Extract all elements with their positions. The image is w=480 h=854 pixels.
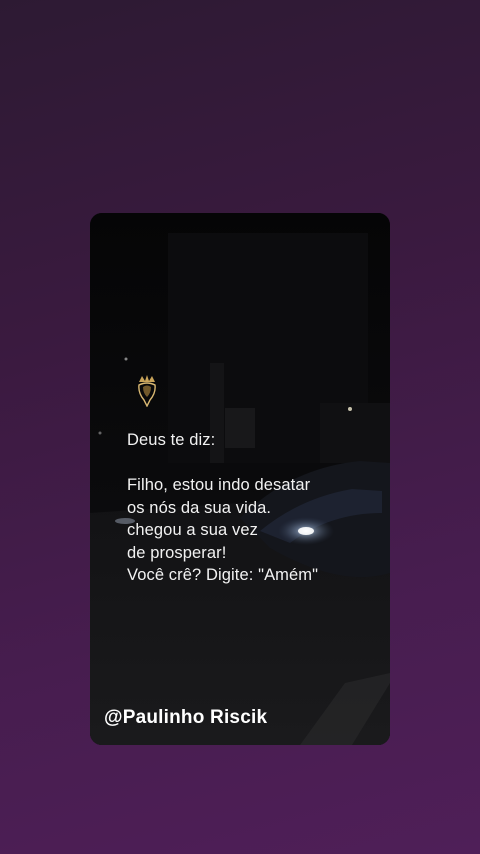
message-line: os nós da sua vida. [127,498,272,517]
author-handle: @Paulinho Riscik [104,707,268,728]
message-line: Deus te diz: [127,431,216,449]
message-line: Você crê? Digite: "Amém" [127,566,319,584]
story-message: Deus te diz: Filho, estou indo desatar o… [127,429,377,587]
message-line: Filho, estou indo desatar [127,476,311,494]
message-line: de prosperar! [127,543,227,562]
message-line: chegou a sua vez [127,521,258,539]
story-card[interactable]: Deus te diz: Filho, estou indo desatar o… [90,213,390,745]
crown-eagle-icon [138,375,156,407]
